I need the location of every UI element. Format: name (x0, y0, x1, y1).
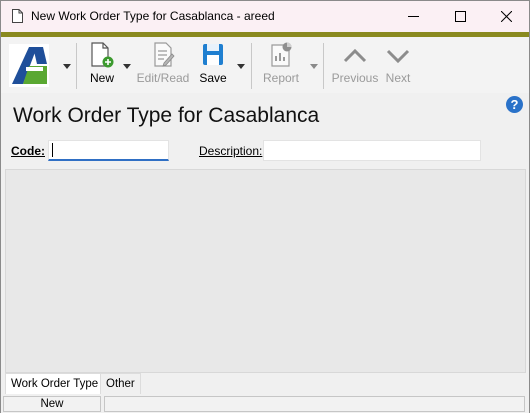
close-button[interactable] (483, 1, 529, 32)
new-button-label: New (89, 71, 114, 85)
maximize-button[interactable] (437, 1, 483, 32)
description-label: Description: (199, 144, 263, 158)
code-label: Code: (11, 144, 45, 158)
window-title: New Work Order Type for Casablanca - are… (31, 9, 275, 23)
edit-read-button-label: Edit/Read (136, 71, 190, 85)
chevron-down-icon (386, 49, 410, 64)
chevron-up-icon (343, 48, 367, 63)
previous-button[interactable]: Previous (331, 41, 379, 91)
tab-strip: Work Order Type Other (1, 373, 529, 395)
report-icon (271, 42, 292, 67)
status-bar: New (1, 395, 529, 413)
next-button-label: Next (385, 71, 411, 85)
report-button-label: Report (262, 71, 300, 85)
tab-work-order-type[interactable]: Work Order Type (5, 373, 105, 394)
page-title: Work Order Type for Casablanca (13, 104, 320, 127)
toolbar: New Edit/Read Save Report Previous Next (1, 32, 529, 93)
toolbar-separator (323, 43, 324, 89)
save-disk-icon (203, 44, 223, 65)
save-button[interactable]: Save (198, 41, 228, 91)
status-mode: New (3, 396, 101, 412)
save-dropdown-icon[interactable] (237, 64, 245, 70)
minimize-button[interactable] (390, 1, 436, 32)
next-button[interactable]: Next (384, 41, 412, 91)
app-logo-icon[interactable] (9, 44, 49, 87)
application-window: New Work Order Type for Casablanca - are… (0, 0, 530, 413)
save-button-label: Save (199, 71, 227, 85)
logo-dropdown-icon[interactable] (63, 64, 71, 70)
previous-button-label: Previous (331, 71, 379, 85)
new-document-icon (91, 42, 114, 68)
help-icon[interactable]: ? (506, 96, 523, 113)
close-icon (500, 11, 512, 22)
status-info (104, 396, 525, 412)
new-button[interactable]: New (87, 41, 117, 91)
report-button[interactable]: Report (262, 41, 300, 91)
edit-read-icon (154, 42, 175, 67)
description-input[interactable] (263, 140, 481, 161)
toolbar-separator (251, 43, 252, 89)
minimize-icon (407, 16, 419, 17)
new-dropdown-icon[interactable] (123, 64, 131, 70)
document-icon (12, 9, 23, 23)
code-input[interactable] (48, 140, 169, 161)
toolbar-separator (76, 43, 77, 89)
tab-other[interactable]: Other (100, 373, 141, 394)
maximize-icon (454, 11, 466, 22)
text-cursor (52, 143, 53, 157)
title-bar[interactable]: New Work Order Type for Casablanca - are… (1, 1, 529, 32)
content-panel (5, 169, 526, 373)
edit-read-button[interactable]: Edit/Read (136, 41, 190, 91)
report-dropdown-icon[interactable] (310, 64, 318, 70)
